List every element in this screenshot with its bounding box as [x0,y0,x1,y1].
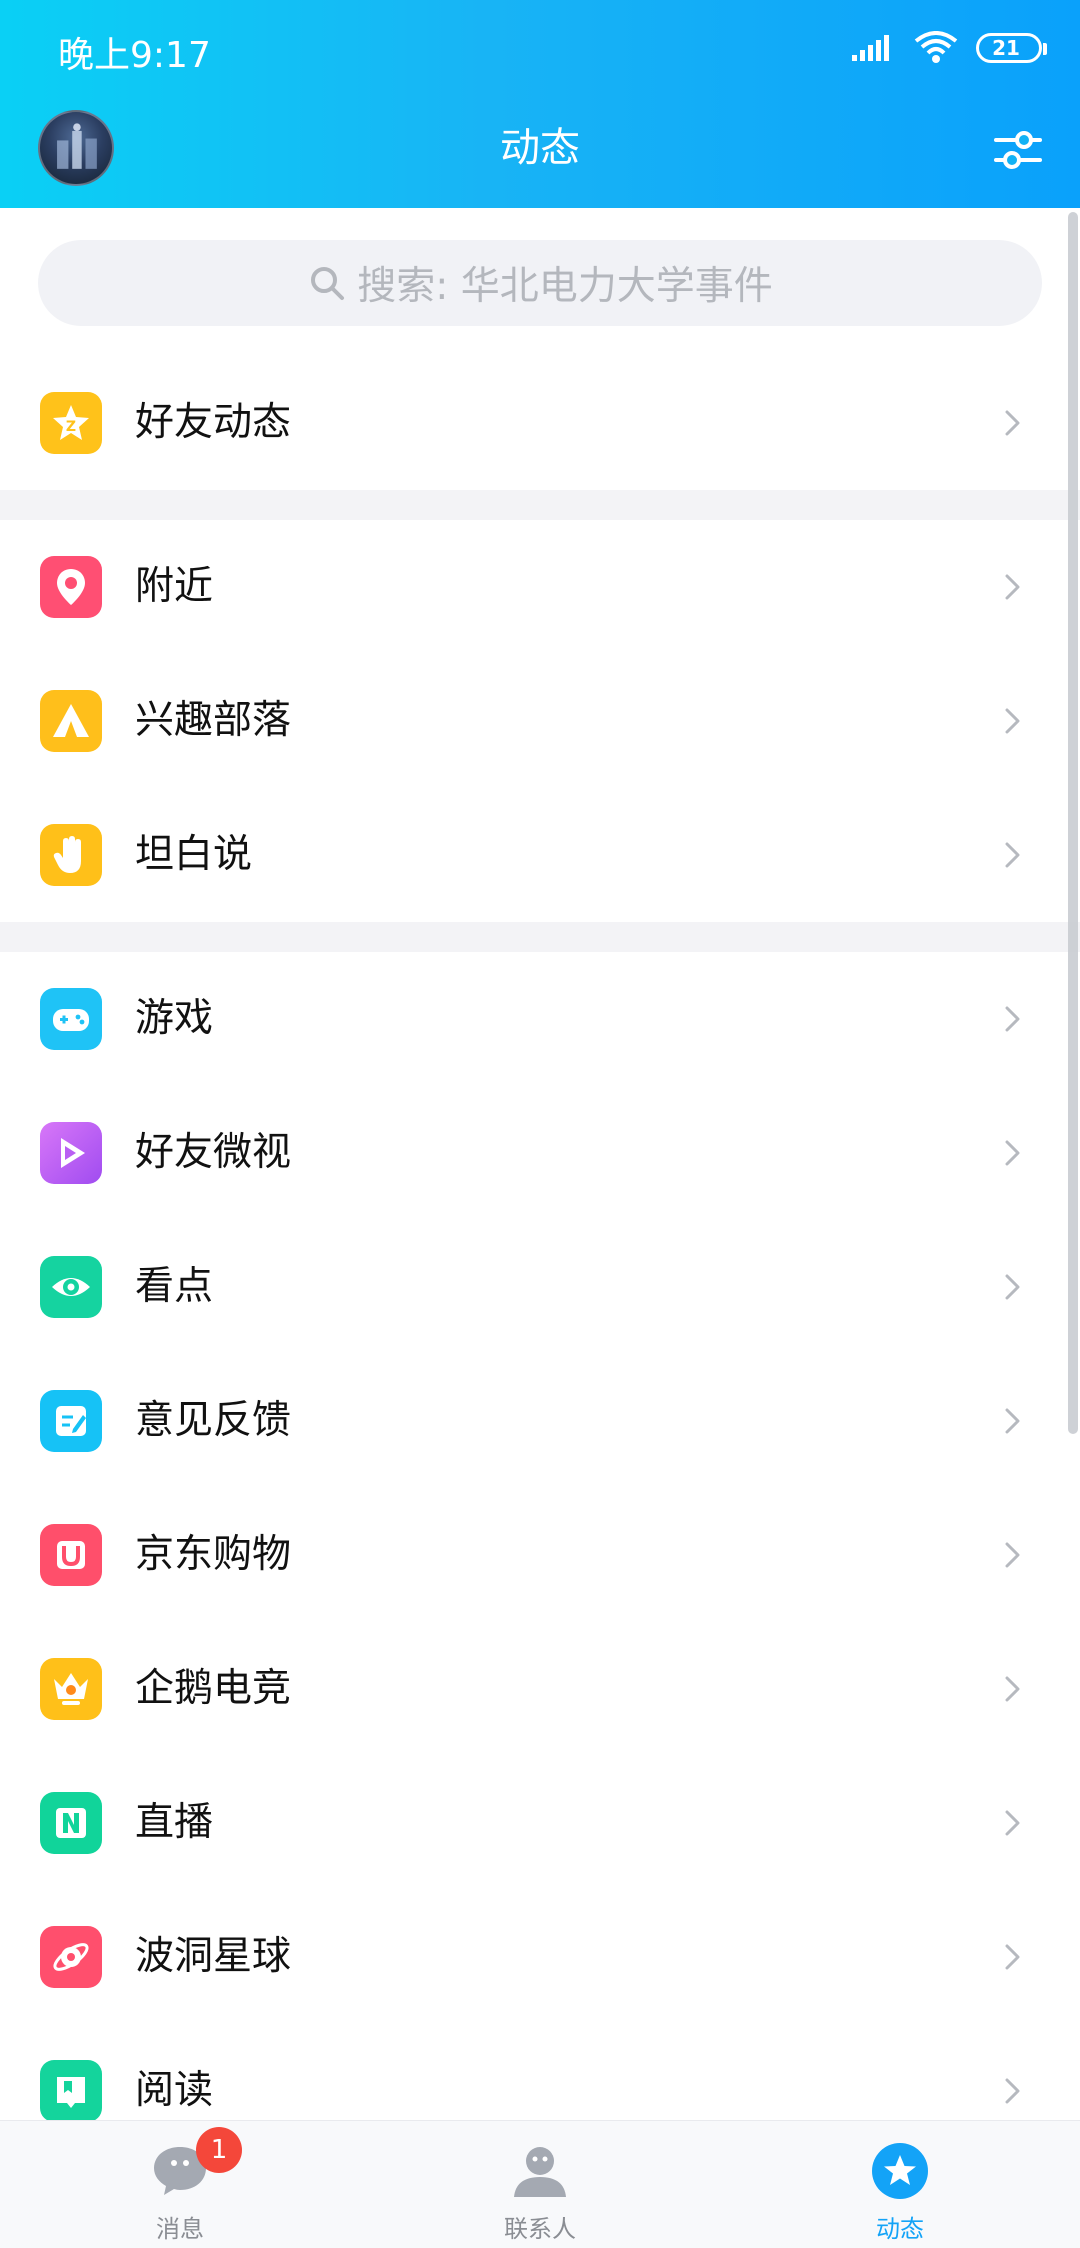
star-circle-icon [872,2143,928,2199]
list-item-weishi[interactable]: 好友微视 [0,1086,1080,1220]
status-bar: 晚上9:17 21 [0,0,1080,96]
list-item-label: 好友动态 [135,400,292,445]
search-section: 搜索: 华北电力大学事件 [0,208,1080,356]
eye-icon [40,1256,102,1318]
list-item-games[interactable]: 游戏 [0,952,1080,1086]
section-divider [0,922,1080,952]
list-item-label: 坦白说 [135,832,253,877]
list-item-live[interactable]: 直播 [0,1756,1080,1890]
settings-sliders-icon[interactable] [992,124,1044,176]
tab-moments[interactable]: 动态 [720,2121,1080,2248]
avatar[interactable] [38,110,114,186]
list-item-kandian[interactable]: 看点 [0,1220,1080,1354]
chevron-right-icon [1005,1542,1020,1568]
tribe-tent-icon [40,690,102,752]
search-input[interactable]: 搜索: 华北电力大学事件 [38,240,1042,326]
list-item-label: 看点 [135,1264,214,1309]
unread-badge: 1 [196,2127,242,2173]
tab-contacts[interactable]: 联系人 [360,2121,720,2248]
bottom-tab-bar: 1 消息 联系人 动态 [0,2120,1080,2248]
chevron-right-icon [1005,1810,1020,1836]
nav-bar: 动态 [0,96,1080,208]
screen: 晚上9:17 21 动态 搜索: 华北电力大学事件 Z 好友动态 附近 兴趣部落… [0,0,1080,2248]
list-item-bodong-planet[interactable]: 波洞星球 [0,1890,1080,2024]
battery-indicator: 21 [976,33,1047,63]
chevron-right-icon [1005,1676,1020,1702]
tab-label: 联系人 [504,2215,576,2243]
tab-label: 消息 [156,2215,204,2243]
svg-text:Z: Z [66,419,76,435]
list-item-label: 企鹅电竞 [135,1666,292,1711]
feature-list: Z 好友动态 附近 兴趣部落 坦白说 游戏 好友微视 看点 意见反馈 京东购物 … [0,356,1080,2158]
list-item-label: 附近 [135,564,214,609]
page-title: 动态 [500,125,580,171]
contact-person-icon [514,2147,566,2197]
list-item-label: 意见反馈 [135,1398,292,1443]
search-placeholder: 搜索: 华北电力大学事件 [357,264,773,309]
feedback-edit-icon [40,1390,102,1452]
jd-bag-icon [40,1524,102,1586]
signal-icon [852,35,889,61]
tab-messages[interactable]: 1 消息 [0,2121,360,2248]
chevron-right-icon [1005,842,1020,868]
status-icons: 21 [852,28,1047,68]
chevron-right-icon [1005,574,1020,600]
qzone-star-icon: Z [40,392,102,454]
section-divider [0,490,1080,520]
chevron-right-icon [1005,1408,1020,1434]
chevron-right-icon [1005,1006,1020,1032]
scrollbar[interactable] [1068,212,1078,1434]
esports-crown-icon [40,1658,102,1720]
chevron-right-icon [1005,1944,1020,1970]
search-icon [311,267,345,300]
chevron-right-icon [1005,708,1020,734]
list-item-confession[interactable]: 坦白说 [0,788,1080,922]
tab-label: 动态 [876,2215,924,2243]
chevron-right-icon [1005,1274,1020,1300]
chevron-right-icon [1005,410,1020,436]
list-item-jd-shopping[interactable]: 京东购物 [0,1488,1080,1622]
list-item-label: 兴趣部落 [135,698,292,743]
list-item-label: 京东购物 [135,1532,292,1577]
list-item-label: 游戏 [135,996,214,1041]
location-pin-icon [40,556,102,618]
list-item-feedback[interactable]: 意见反馈 [0,1354,1080,1488]
list-item-interest-tribe[interactable]: 兴趣部落 [0,654,1080,788]
list-item-friend-feed[interactable]: Z 好友动态 [0,356,1080,490]
list-item-nearby[interactable]: 附近 [0,520,1080,654]
list-item-label: 波洞星球 [135,1934,292,1979]
wifi-icon [914,31,958,63]
live-n-icon [40,1792,102,1854]
header: 晚上9:17 21 动态 [0,0,1080,208]
chevron-right-icon [1005,1140,1020,1166]
gamepad-icon [40,988,102,1050]
planet-icon [40,1926,102,1988]
list-item-esports[interactable]: 企鹅电竞 [0,1622,1080,1756]
list-item-label: 直播 [135,1800,214,1845]
list-item-label: 好友微视 [135,1130,292,1175]
book-icon [40,2060,102,2122]
weishi-play-icon [40,1122,102,1184]
status-time: 晚上9:17 [58,35,211,76]
hand-icon [40,824,102,886]
chevron-right-icon [1005,2078,1020,2104]
